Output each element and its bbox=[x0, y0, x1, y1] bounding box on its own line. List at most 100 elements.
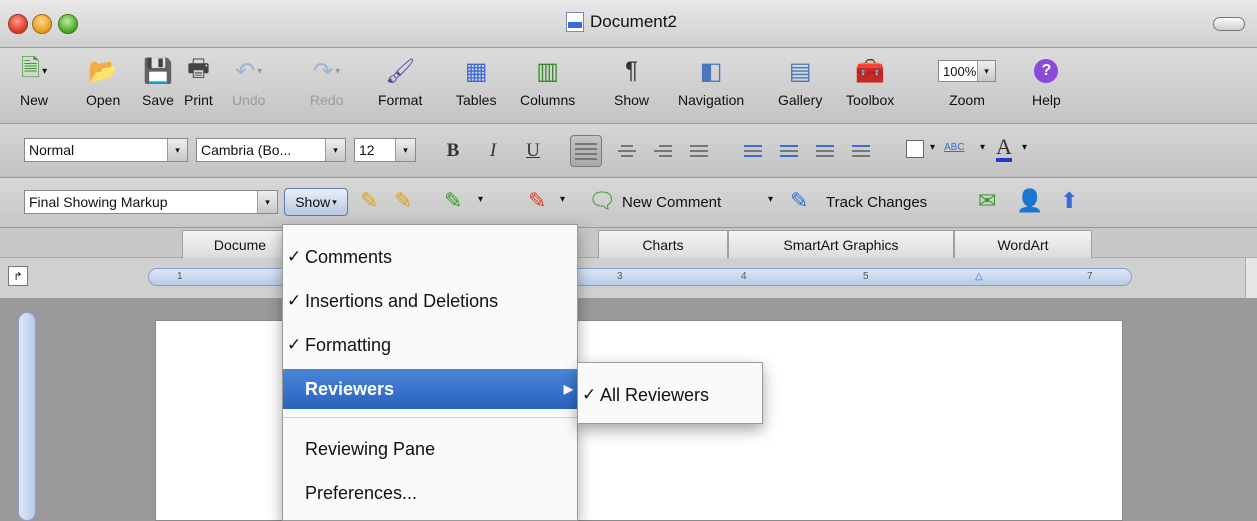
bulleted-list-button[interactable] bbox=[776, 138, 802, 164]
font-size-select[interactable]: 12 ▾ bbox=[354, 138, 416, 162]
borders-button[interactable] bbox=[906, 140, 924, 158]
next-change-icon[interactable]: ✎ bbox=[394, 188, 412, 214]
show-formatting-button[interactable]: ¶ Show bbox=[614, 54, 649, 108]
accept-change-icon[interactable]: ✎ bbox=[444, 188, 462, 214]
formatting-toolbar: Normal ▾ Cambria (Bo... ▾ 12 ▾ B I U ▾ A… bbox=[0, 124, 1257, 178]
chevron-down-icon[interactable]: ▾ bbox=[478, 194, 483, 205]
align-center-button[interactable] bbox=[614, 138, 640, 164]
new-comment-icon: 🗨 bbox=[588, 188, 616, 213]
chevron-down-icon[interactable]: ▾ bbox=[1022, 142, 1027, 153]
toolbox-icon: 🧰 bbox=[855, 57, 886, 85]
chevron-down-icon: ▾ bbox=[257, 191, 277, 213]
window-title-text: Document2 bbox=[590, 12, 677, 31]
italic-button[interactable]: I bbox=[480, 138, 506, 164]
printer-icon: 🖶 bbox=[187, 54, 210, 82]
table-grid-icon: ▦ bbox=[464, 57, 488, 85]
new-button[interactable]: 🗎 ▾ New bbox=[20, 54, 48, 109]
tab-document-elements[interactable]: Docume bbox=[182, 230, 298, 258]
columns-button[interactable]: ▥ Columns bbox=[520, 54, 575, 109]
menu-separator bbox=[283, 417, 577, 418]
chevron-down-icon: ▾ bbox=[325, 139, 345, 161]
save-button[interactable]: 💾 Save bbox=[142, 54, 174, 109]
increase-indent-button[interactable] bbox=[848, 138, 874, 164]
menu-item-insertions-deletions[interactable]: ✓ Insertions and Deletions bbox=[283, 281, 577, 321]
gallery-button[interactable]: ▤ Gallery bbox=[778, 54, 822, 109]
menu-item-preferences[interactable]: Preferences... bbox=[283, 473, 577, 513]
tab-charts[interactable]: Charts bbox=[598, 230, 728, 258]
menu-item-reviewing-pane[interactable]: Reviewing Pane bbox=[283, 429, 577, 469]
spelling-button[interactable]: ABC bbox=[944, 142, 965, 153]
chevron-down-icon: ▾ bbox=[977, 61, 995, 81]
previous-change-icon[interactable]: ✎ bbox=[360, 188, 378, 214]
style-select[interactable]: Normal ▾ bbox=[24, 138, 188, 162]
show-markup-button[interactable]: Show ▾ bbox=[284, 188, 348, 216]
menu-item-all-reviewers[interactable]: ✓ All Reviewers bbox=[578, 375, 762, 415]
right-indent-marker[interactable]: △ bbox=[975, 271, 983, 282]
tab-wordart[interactable]: WordArt bbox=[954, 230, 1092, 258]
pilcrow-icon: ¶ bbox=[625, 57, 638, 84]
chevron-down-icon[interactable]: ▾ bbox=[768, 194, 773, 205]
menu-item-reviewers[interactable]: Reviewers ▶ bbox=[283, 369, 577, 409]
track-changes-icon: ✎ bbox=[790, 188, 809, 213]
align-left-button[interactable] bbox=[570, 135, 602, 167]
tables-button[interactable]: ▦ Tables bbox=[456, 54, 496, 109]
new-document-icon: 🗎 bbox=[20, 54, 41, 82]
chevron-down-icon[interactable]: ▾ bbox=[980, 142, 985, 153]
font-color-button[interactable]: A bbox=[996, 136, 1012, 162]
reviewing-toolbar: Final Showing Markup ▾ Show ▾ ✎ ✎ ✎ ▾ ✎ ▾… bbox=[0, 178, 1257, 228]
elements-gallery-tabs: Docume Charts SmartArt Graphics WordArt bbox=[0, 228, 1257, 258]
reviewers-submenu: ✓ All Reviewers bbox=[577, 362, 763, 424]
open-button[interactable]: 📂 Open bbox=[86, 54, 120, 109]
menu-item-formatting[interactable]: ✓ Formatting bbox=[283, 325, 577, 365]
save-disk-icon: 💾 bbox=[143, 57, 173, 85]
print-button[interactable]: 🖶 Print bbox=[184, 54, 213, 109]
tab-smartart-graphics[interactable]: SmartArt Graphics bbox=[728, 230, 954, 258]
navigation-pane-icon: ◧ bbox=[699, 57, 723, 85]
person-icon[interactable]: 👤 bbox=[1016, 188, 1043, 214]
decrease-indent-button[interactable] bbox=[812, 138, 838, 164]
format-button[interactable]: 🖌 Format bbox=[378, 54, 422, 109]
toolbar-toggle-button[interactable] bbox=[1213, 17, 1245, 31]
gallery-icon: ▤ bbox=[788, 57, 812, 85]
ruler-row: ↱ 1 3 4 5 △ 7 bbox=[0, 258, 1257, 298]
zoom-select[interactable]: 100% ▾ bbox=[938, 60, 996, 82]
help-icon: ? bbox=[1034, 54, 1059, 88]
undo-button[interactable]: ↶ ▾ Undo bbox=[232, 54, 265, 109]
navigation-button[interactable]: ◧ Navigation bbox=[678, 54, 744, 109]
chevron-down-icon[interactable]: ▾ bbox=[930, 142, 935, 153]
markup-view-select[interactable]: Final Showing Markup ▾ bbox=[24, 190, 278, 214]
align-right-button[interactable] bbox=[650, 138, 676, 164]
document-icon bbox=[566, 12, 584, 32]
justify-button[interactable] bbox=[686, 138, 712, 164]
tab-stop-selector[interactable]: ↱ bbox=[8, 266, 28, 286]
window-title: Document2 bbox=[566, 12, 677, 32]
bold-button[interactable]: B bbox=[440, 138, 466, 164]
reject-change-icon[interactable]: ✎ bbox=[528, 188, 546, 214]
track-changes-button[interactable]: Track Changes bbox=[826, 194, 927, 211]
open-folder-icon: 📂 bbox=[88, 57, 119, 85]
chevron-down-icon[interactable]: ▾ bbox=[560, 194, 565, 205]
show-menu: ✓ Comments ✓ Insertions and Deletions ✓ … bbox=[282, 224, 578, 521]
zoom-control[interactable]: 100% ▾ Zoom bbox=[938, 54, 996, 108]
underline-button[interactable]: U bbox=[520, 138, 546, 164]
chevron-down-icon: ▾ bbox=[395, 139, 415, 161]
close-window-button[interactable] bbox=[8, 14, 28, 34]
checkmark-icon: ✓ bbox=[582, 385, 597, 404]
redo-arrow-icon: ↷ bbox=[313, 57, 334, 85]
numbered-list-button[interactable] bbox=[740, 138, 766, 164]
columns-icon: ▥ bbox=[536, 57, 559, 85]
send-email-icon[interactable]: ✉ bbox=[978, 188, 996, 214]
vertical-ruler[interactable] bbox=[18, 312, 36, 521]
upload-icon[interactable]: ⬆ bbox=[1060, 188, 1078, 214]
toolbox-button[interactable]: 🧰 Toolbox bbox=[846, 54, 894, 109]
menu-item-comments[interactable]: ✓ Comments bbox=[283, 237, 577, 277]
zoom-window-button[interactable] bbox=[58, 14, 78, 34]
checkmark-icon: ✓ bbox=[287, 291, 302, 310]
new-comment-button[interactable]: New Comment bbox=[622, 194, 721, 211]
standard-toolbar: 🗎 ▾ New 📂 Open 💾 Save 🖶 Print ↶ ▾ Undo ↷ ▾ … bbox=[0, 48, 1257, 124]
minimize-window-button[interactable] bbox=[32, 14, 52, 34]
title-bar: Document2 bbox=[0, 0, 1257, 48]
redo-button[interactable]: ↷ ▾ Redo bbox=[310, 54, 343, 109]
font-select[interactable]: Cambria (Bo... ▾ bbox=[196, 138, 346, 162]
help-button[interactable]: ? Help bbox=[1032, 54, 1061, 108]
